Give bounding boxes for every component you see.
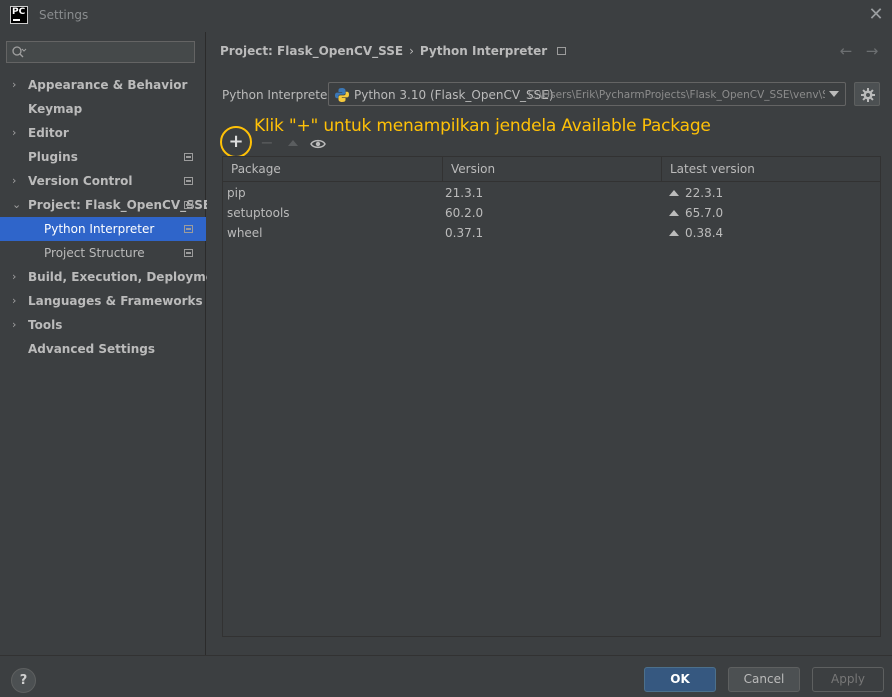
table-row[interactable]: setuptools 60.2.0 65.7.0 xyxy=(223,203,880,223)
packages-table: Package Version Latest version pip 21.3.1… xyxy=(222,156,881,637)
column-header-latest-version[interactable]: Latest version xyxy=(662,157,880,182)
remove-package-button[interactable]: − xyxy=(254,130,280,156)
sidebar-item[interactable]: › Languages & Frameworks xyxy=(0,289,206,313)
help-button[interactable]: ? xyxy=(11,668,36,693)
dialog-footer: ? OK Cancel Apply xyxy=(0,655,892,697)
ok-button[interactable]: OK xyxy=(644,667,716,692)
chevron-right-icon[interactable]: › xyxy=(12,169,22,193)
chevron-right-icon[interactable]: › xyxy=(12,313,22,337)
sidebar-item[interactable]: ⌄ Project: Flask_OpenCV_SSE xyxy=(0,193,211,217)
sidebar-item[interactable]: › Version Control xyxy=(0,169,206,193)
search-input[interactable] xyxy=(29,43,189,61)
sidebar-item-label: Editor xyxy=(28,126,69,140)
chevron-right-icon[interactable]: › xyxy=(12,265,22,289)
add-package-button[interactable]: + xyxy=(220,126,252,158)
back-arrow-icon[interactable]: ← xyxy=(838,42,854,60)
show-latest-button[interactable] xyxy=(305,130,331,156)
latest-version-cell: 22.3.1 xyxy=(669,183,723,203)
project-scope-icon xyxy=(184,225,193,233)
upgrade-package-button[interactable] xyxy=(280,130,306,156)
upgrade-available-icon xyxy=(669,190,679,196)
package-version-cell: 21.3.1 xyxy=(445,186,484,200)
interpreter-select[interactable]: Python 3.10 (Flask_OpenCV_SSE) C:\Users\… xyxy=(328,82,846,106)
interpreter-settings-button[interactable] xyxy=(854,82,880,106)
latest-version-text: 22.3.1 xyxy=(685,186,724,200)
project-scope-icon xyxy=(184,249,193,257)
interpreter-name: Python 3.10 (Flask_OpenCV_SSE) xyxy=(354,88,554,102)
latest-version-cell: 0.38.4 xyxy=(669,223,723,243)
search-icon xyxy=(12,46,27,58)
gear-icon xyxy=(861,88,875,102)
sidebar-item-label: Tools xyxy=(28,318,63,332)
logo-text: PC xyxy=(12,7,26,17)
sidebar-item[interactable]: › Appearance & Behavior xyxy=(0,73,206,97)
sidebar-item-label: Python Interpreter xyxy=(44,222,155,236)
column-header-version[interactable]: Version xyxy=(443,157,662,182)
breadcrumb-project[interactable]: Project: Flask_OpenCV_SSE xyxy=(220,44,403,58)
close-button[interactable]: ✕ xyxy=(866,4,886,26)
sidebar-item[interactable]: Plugins xyxy=(0,145,206,169)
project-scope-icon xyxy=(184,153,193,161)
project-scope-icon xyxy=(557,47,567,55)
sidebar-item-label: Plugins xyxy=(28,150,78,164)
eye-icon xyxy=(310,139,326,149)
latest-version-text: 65.7.0 xyxy=(685,206,724,220)
chevron-right-icon[interactable]: › xyxy=(12,289,22,313)
sidebar-item-label: Advanced Settings xyxy=(28,342,156,356)
chevron-right-icon[interactable]: › xyxy=(12,121,22,145)
upgrade-available-icon xyxy=(669,210,679,216)
breadcrumb-page: Python Interpreter xyxy=(419,44,548,58)
table-body: pip 21.3.1 22.3.1 setuptools 60.2.0 65.7.0 whe… xyxy=(223,183,880,243)
project-scope-icon xyxy=(184,177,193,185)
breadcrumb: Project: Flask_OpenCV_SSE › Python Interpr… xyxy=(220,44,567,62)
sidebar-item[interactable]: Python Interpreter xyxy=(0,217,206,241)
cancel-button[interactable]: Cancel xyxy=(728,667,800,692)
window-title: Settings xyxy=(39,8,89,22)
breadcrumb-separator: › xyxy=(409,44,414,58)
apply-button[interactable]: Apply xyxy=(812,667,884,692)
title-bar: PC Settings ✕ xyxy=(0,0,892,32)
package-version-cell: 60.2.0 xyxy=(445,206,484,220)
sidebar-item-label: Project Structure xyxy=(44,246,145,260)
sidebar-item[interactable]: Advanced Settings xyxy=(0,337,206,361)
settings-search-box[interactable] xyxy=(6,41,195,63)
interpreter-label: Python Interpreter: xyxy=(222,88,337,102)
sidebar-item[interactable]: Keymap xyxy=(0,97,206,121)
package-version-cell: 0.37.1 xyxy=(445,226,484,240)
column-header-package[interactable]: Package xyxy=(223,157,443,182)
package-name-cell: pip xyxy=(227,186,246,200)
main-panel: Project: Flask_OpenCV_SSE › Python Interpr… xyxy=(207,32,892,655)
table-row[interactable]: pip 21.3.1 22.3.1 xyxy=(223,183,880,203)
sidebar-item-label: Version Control xyxy=(28,174,133,188)
table-row[interactable]: wheel 0.37.1 0.38.4 xyxy=(223,223,880,243)
sidebar-item[interactable]: › Tools xyxy=(0,313,206,337)
python-icon xyxy=(335,88,349,102)
forward-arrow-icon[interactable]: → xyxy=(864,42,880,60)
table-header: Package Version Latest version xyxy=(223,157,880,182)
latest-version-text: 0.38.4 xyxy=(685,226,724,240)
upgrade-available-icon xyxy=(669,230,679,236)
latest-version-cell: 65.7.0 xyxy=(669,203,723,223)
sidebar-item[interactable]: › Build, Execution, Deployment xyxy=(0,265,228,289)
sidebar-item[interactable]: › Editor xyxy=(0,121,206,145)
project-scope-icon xyxy=(184,201,193,209)
package-name-cell: wheel xyxy=(227,226,263,240)
settings-tree: › Appearance & Behavior Keymap › Editor Plugi… xyxy=(0,73,228,361)
chevron-down-icon xyxy=(829,91,839,97)
package-name-cell: setuptools xyxy=(227,206,290,220)
pycharm-logo-icon: PC xyxy=(10,6,28,24)
upgrade-icon xyxy=(288,140,298,146)
sidebar-item-label: Appearance & Behavior xyxy=(28,78,188,92)
chevron-right-icon[interactable]: › xyxy=(12,73,22,97)
settings-sidebar: › Appearance & Behavior Keymap › Editor Plugi… xyxy=(0,32,228,655)
sidebar-item-label: Keymap xyxy=(28,102,83,116)
sidebar-item-label: Languages & Frameworks xyxy=(28,294,203,308)
chevron-down-icon[interactable]: ⌄ xyxy=(12,193,22,217)
sidebar-item-label: Build, Execution, Deployment xyxy=(28,270,229,284)
sidebar-item[interactable]: Project Structure xyxy=(0,241,206,265)
interpreter-path: C:\Users\Erik\PycharmProjects\Flask_Open… xyxy=(528,89,825,101)
